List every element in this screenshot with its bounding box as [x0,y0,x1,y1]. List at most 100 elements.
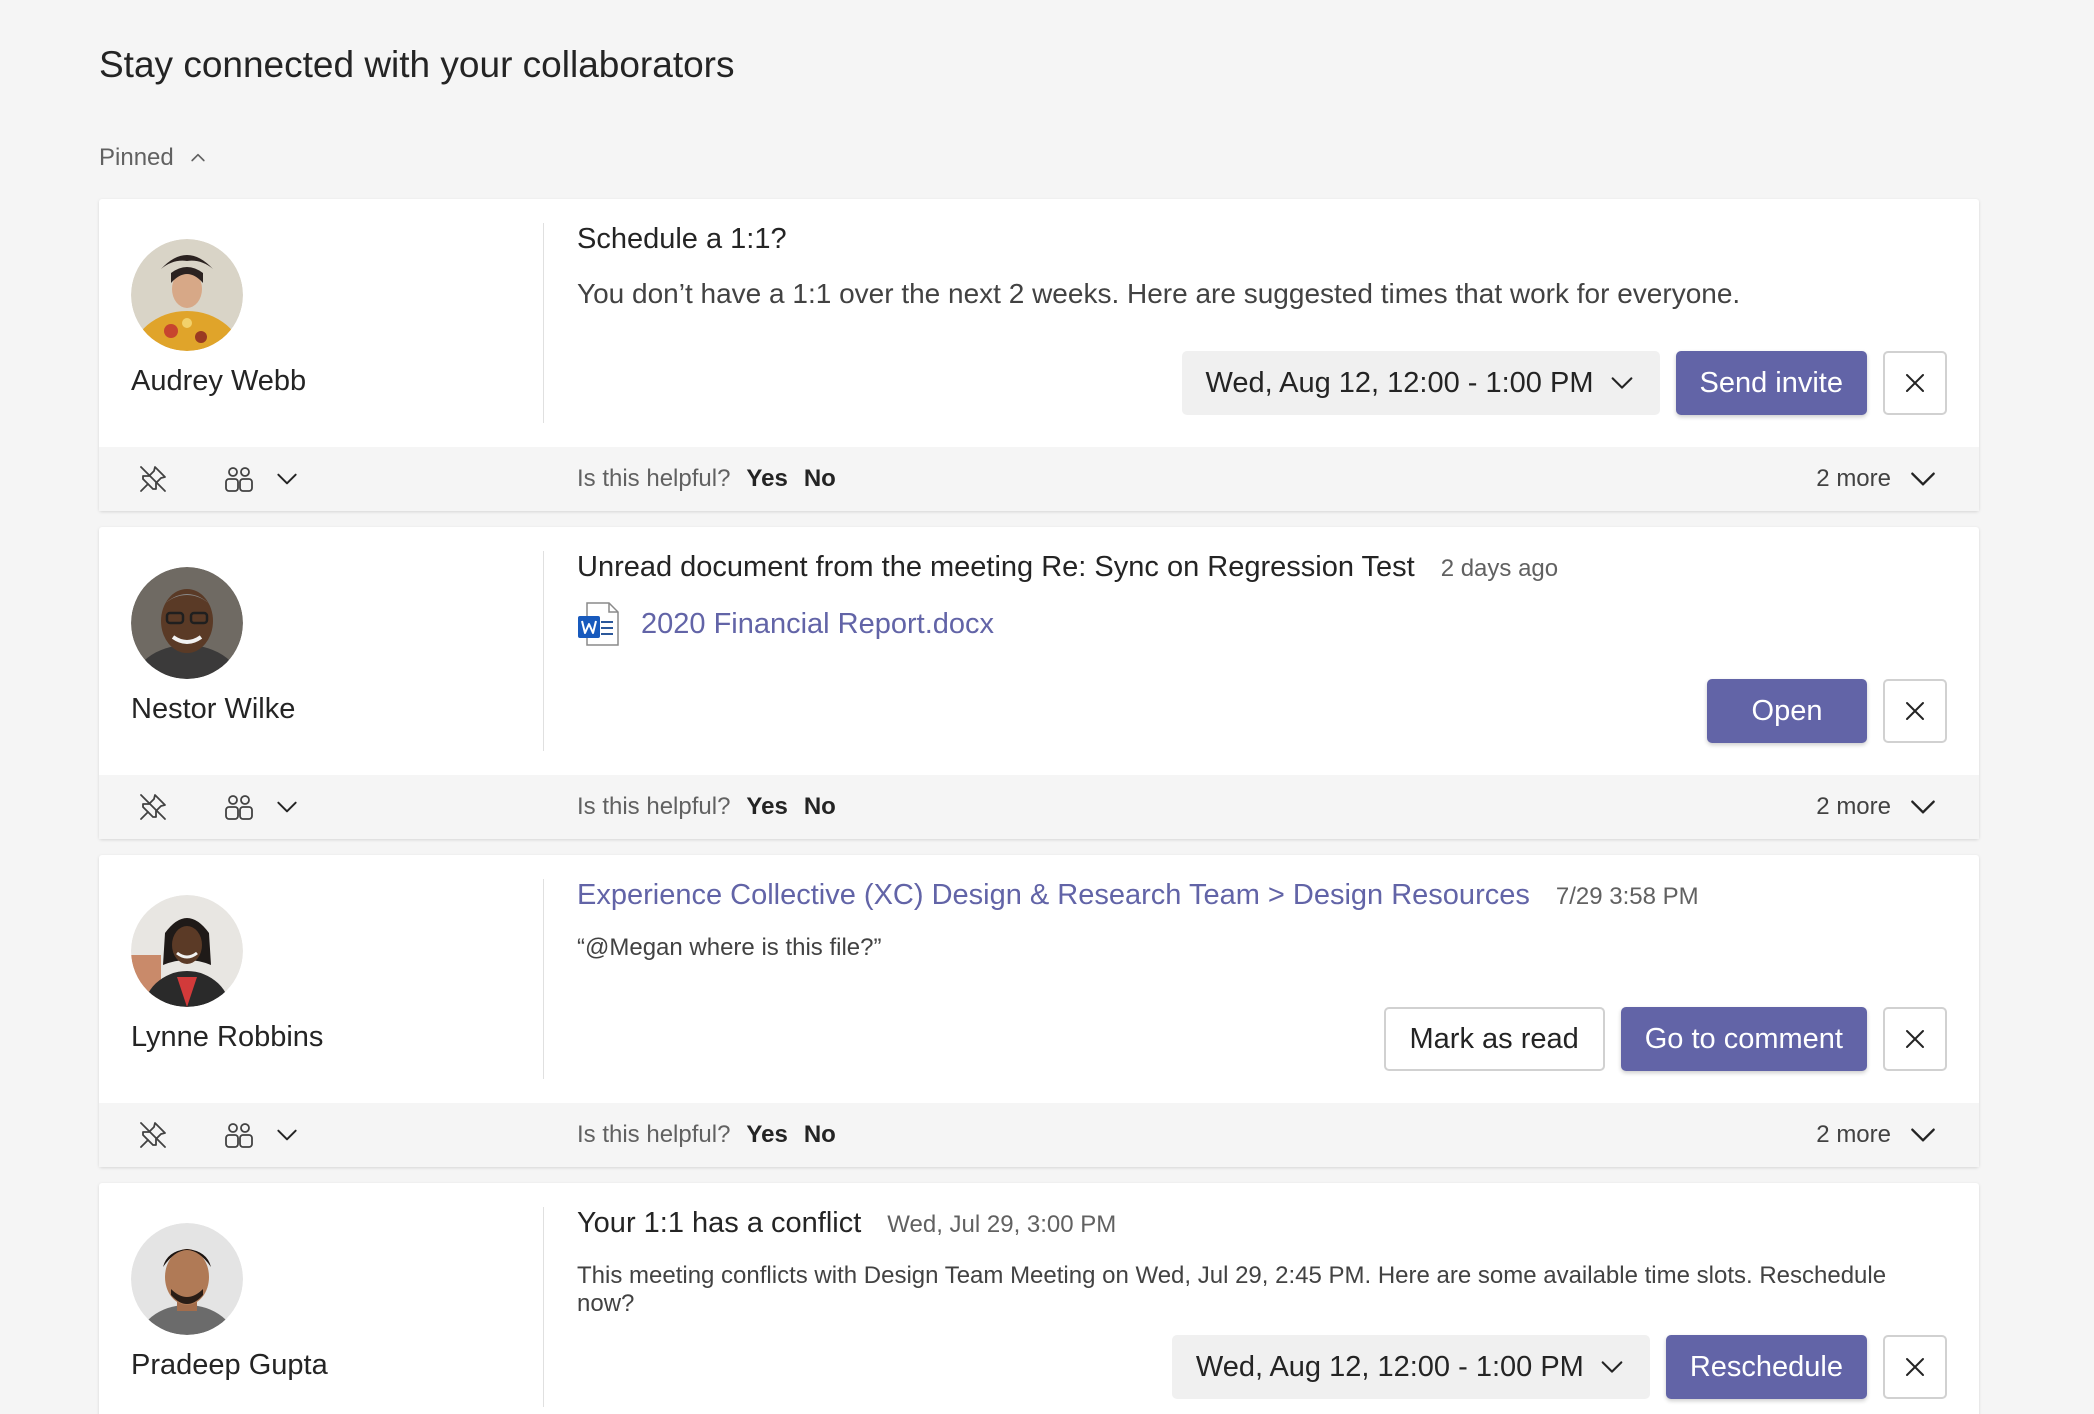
feedback-prompt: Is this helpful? Yes No [577,1103,836,1167]
person-name: Lynne Robbins [131,1021,324,1053]
suggestion-card: Lynne Robbins Experience Collective (XC)… [99,855,1979,1167]
time-slot-value: Wed, Aug 12, 12:00 - 1:00 PM [1195,1350,1584,1383]
footer-icons [135,775,305,839]
suggestion-card: Nestor Wilke Unread document from the me… [99,527,1979,839]
time-slot-dropdown[interactable]: Wed, Aug 12, 12:00 - 1:00 PM [1181,351,1660,415]
file-link[interactable]: 2020 Financial Report.docx [577,602,1947,646]
reschedule-button[interactable]: Reschedule [1665,1335,1867,1399]
person[interactable]: Nestor Wilke [131,567,295,726]
comment-text: “@Megan where is this file?” [577,934,882,961]
unpin-icon [137,1119,169,1151]
people-dropdown-button[interactable] [269,789,305,825]
card-main: Pradeep Gupta Your 1:1 has a conflict We… [99,1183,1979,1414]
footer-icons [135,447,305,511]
card-content: Your 1:1 has a conflict Wed, Jul 29, 3:0… [577,1207,1947,1414]
pinned-section-label: Pinned [99,144,174,171]
pinned-section-toggle[interactable]: Pinned [99,144,208,172]
card-actions: Open [1707,679,1947,743]
card-headline: Schedule a 1:1? [577,223,1947,256]
unpin-button[interactable] [135,461,171,497]
feedback-no[interactable]: No [804,1121,836,1149]
feedback-prompt: Is this helpful? Yes No [577,447,836,511]
unpin-icon [137,463,169,495]
card-footer: Is this helpful? Yes No 2 more [99,447,1979,511]
people-button[interactable] [221,1117,257,1153]
show-more-button[interactable]: 2 more [1816,775,1939,839]
chevron-up-icon [191,153,205,162]
avatar[interactable] [131,567,243,679]
card-actions: Wed, Aug 12, 12:00 - 1:00 PM Send invite [1181,351,1947,415]
time-slot-dropdown[interactable]: Wed, Aug 12, 12:00 - 1:00 PM [1171,1335,1650,1399]
chevron-down-icon [1907,463,1939,495]
card-headline: Your 1:1 has a conflict Wed, Jul 29, 3:0… [577,1207,1947,1240]
feedback-no[interactable]: No [804,793,836,821]
people-button[interactable] [221,461,257,497]
close-icon [1903,1355,1927,1379]
avatar[interactable] [131,1223,243,1335]
file-name[interactable]: 2020 Financial Report.docx [641,608,994,641]
more-label: 2 more [1816,1121,1891,1148]
dismiss-button[interactable] [1883,1007,1947,1071]
dismiss-button[interactable] [1883,679,1947,743]
feedback-no[interactable]: No [804,465,836,493]
chevron-down-icon [1907,1119,1939,1151]
card-timestamp: Wed, Jul 29, 3:00 PM [887,1211,1117,1238]
unpin-button[interactable] [135,1117,171,1153]
card-content: Schedule a 1:1? You don’t have a 1:1 ove… [577,223,1947,447]
card-title: Schedule a 1:1? [577,223,787,255]
card-actions: Mark as read Go to comment [1383,1007,1947,1071]
divider [543,1207,544,1407]
card-title: Unread document from the meeting Re: Syn… [577,551,1415,583]
feedback-question: Is this helpful? [577,1121,731,1148]
suggestion-card: Pradeep Gupta Your 1:1 has a conflict We… [99,1183,1979,1414]
person-name: Audrey Webb [131,365,307,397]
close-icon [1903,371,1927,395]
page: Stay connected with your collaborators P… [0,0,2094,1414]
chevron-down-icon [274,1122,300,1148]
card-title: Your 1:1 has a conflict [577,1207,862,1239]
feedback-prompt: Is this helpful? Yes No [577,775,836,839]
unpin-icon [137,791,169,823]
card-main: Nestor Wilke Unread document from the me… [99,527,1979,775]
close-icon [1903,699,1927,723]
person[interactable]: Pradeep Gupta [131,1223,328,1382]
divider [543,551,544,751]
open-button[interactable]: Open [1707,679,1867,743]
go-to-comment-button[interactable]: Go to comment [1620,1007,1867,1071]
card-timestamp: 2 days ago [1440,555,1559,582]
dismiss-button[interactable] [1883,1335,1947,1399]
send-invite-button[interactable]: Send invite [1675,351,1867,415]
people-dropdown-button[interactable] [269,1117,305,1153]
card-headline: Unread document from the meeting Re: Syn… [577,551,1947,584]
card-headline: Experience Collective (XC) Design & Rese… [577,879,1947,912]
suggestion-card: Audrey Webb Schedule a 1:1? You don’t ha… [99,199,1979,511]
card-content: Experience Collective (XC) Design & Rese… [577,879,1947,1103]
people-button[interactable] [221,789,257,825]
person[interactable]: Lynne Robbins [131,895,323,1054]
mark-as-read-button[interactable]: Mark as read [1383,1007,1605,1071]
chevron-down-icon [1907,791,1939,823]
feedback-yes[interactable]: Yes [746,1121,787,1149]
people-icon [223,1119,255,1151]
card-body: You don’t have a 1:1 over the next 2 wee… [577,278,1741,309]
people-dropdown-button[interactable] [269,461,305,497]
person[interactable]: Audrey Webb [131,239,306,398]
footer-icons [135,1103,305,1167]
show-more-button[interactable]: 2 more [1816,447,1939,511]
avatar[interactable] [131,239,243,351]
card-content: Unread document from the meeting Re: Syn… [577,551,1947,775]
avatar[interactable] [131,895,243,1007]
more-label: 2 more [1816,465,1891,492]
feedback-yes[interactable]: Yes [746,793,787,821]
people-icon [223,791,255,823]
channel-link[interactable]: Experience Collective (XC) Design & Rese… [577,879,1530,912]
chevron-down-icon [274,794,300,820]
card-body: This meeting conflicts with Design Team … [577,1262,1887,1317]
time-slot-value: Wed, Aug 12, 12:00 - 1:00 PM [1205,366,1594,399]
person-name: Nestor Wilke [131,693,296,725]
dismiss-button[interactable] [1883,351,1947,415]
feedback-yes[interactable]: Yes [746,465,787,493]
word-document-icon [578,602,619,646]
unpin-button[interactable] [135,789,171,825]
show-more-button[interactable]: 2 more [1816,1103,1939,1167]
